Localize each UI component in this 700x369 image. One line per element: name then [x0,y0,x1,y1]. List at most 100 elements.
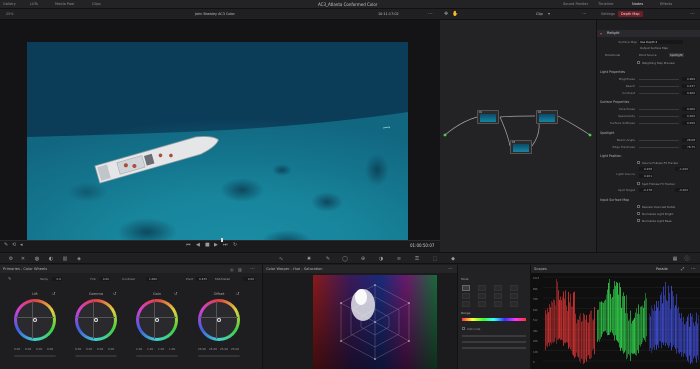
warper-tool-button[interactable] [510,293,518,299]
wheel-value[interactable]: 1.00 [136,347,142,351]
node-mode-select[interactable]: Clip [536,12,543,16]
master-wheel-slider[interactable] [75,355,117,357]
node-03[interactable]: 03 [510,140,532,154]
color-wheel[interactable] [136,299,178,341]
blur-icon[interactable]: ≋ [396,256,402,262]
wheel-mode-icon[interactable]: ◎ [230,267,234,272]
wheel-value[interactable]: 0.00 [47,347,53,351]
camera-raw-icon[interactable]: ⚙ [8,256,14,262]
surface-map-select[interactable]: Use Depth 2 [639,39,683,44]
motion-effects-icon[interactable]: ◈ [76,256,82,262]
sizing-icon[interactable]: ⬚ [432,256,438,262]
surface-property-slider[interactable] [639,108,679,110]
warper-tool-button[interactable] [478,285,486,291]
light-property-slider[interactable] [639,92,679,94]
chevron-down-icon[interactable]: ▾ [548,11,550,16]
playhead[interactable] [221,238,223,242]
spotlight-property-value[interactable]: 28.08 [682,138,696,142]
wheel-value[interactable]: 25.00 [209,347,217,351]
warper-tool-button[interactable] [494,301,502,307]
tracker-icon[interactable]: ⊕ [360,256,366,262]
warper-tool-button[interactable] [494,293,502,299]
zoom-level[interactable]: 25% [6,12,14,16]
surface-properties-header[interactable]: Surface Properties [600,100,629,104]
more-options-icon[interactable]: ⋯ [448,266,453,272]
clips-tab[interactable]: Clips [92,1,101,8]
play-icon[interactable]: ▶ [214,242,218,248]
hdr-icon[interactable]: ◐ [48,256,54,262]
add-node-checkbox[interactable] [462,327,465,330]
light-property-value[interactable]: 0.400 [682,91,696,95]
wheel-value[interactable]: 0.00 [108,347,114,351]
spot-follows-checkbox[interactable] [637,182,640,185]
pivot-value[interactable]: 0.435 [196,276,208,281]
hue-range-bar[interactable] [462,318,526,321]
point-source-option[interactable]: Point Source [639,53,656,57]
play-reverse-icon[interactable]: ◀ [196,242,200,248]
luts-tab[interactable]: LUTs [30,1,38,8]
warper-slider-1[interactable] [462,335,526,337]
wheel-value[interactable]: 25.00 [198,347,206,351]
spot-target-x[interactable]: -0.178 [639,188,653,192]
light-source-y[interactable]: 0.201 [639,174,653,178]
warper-tool-button[interactable] [510,285,518,291]
master-wheel-slider[interactable] [136,355,178,357]
node-editor[interactable]: 01 02 03 04 [440,20,596,264]
scrub-bar[interactable] [0,240,440,241]
warper-tool-button[interactable] [510,301,518,307]
sound-painter-tab[interactable]: Sound Painter [563,1,588,8]
contrast-value[interactable]: 1.000 [146,276,158,281]
surface-map-option-checkbox[interactable] [637,205,640,208]
more-options-icon[interactable]: ⋯ [428,11,433,17]
spotlight-property-slider[interactable] [639,146,679,148]
mid-detail-value[interactable]: 0.00 [243,276,255,281]
wheel-value[interactable]: 0.00 [36,347,42,351]
eyedropper-icon[interactable]: ✎ [4,242,8,248]
weighting-map-checkbox[interactable] [637,61,640,64]
wheel-value[interactable]: 1.00 [158,347,164,351]
wheel-value[interactable]: 25.00 [231,347,239,351]
info-icon[interactable]: ⓘ [684,256,690,262]
scopes-icon[interactable]: ▦ [672,256,678,262]
color-wheel[interactable] [14,299,56,341]
color-wheels-icon[interactable]: ◎ [34,256,40,262]
surface-map-option-checkbox[interactable] [637,212,640,215]
node-01[interactable]: 01 [477,110,499,124]
master-wheel-slider[interactable] [198,355,240,357]
wheel-value[interactable]: 0.00 [14,347,20,351]
curves-icon[interactable]: ∿ [278,256,284,262]
wheel-value[interactable]: 0.00 [86,347,92,351]
warper-slider-2[interactable] [462,341,526,343]
loop-icon[interactable]: ↻ [233,242,237,248]
wheel-puck[interactable] [217,318,221,322]
media-pool-tab[interactable]: Media Pool [55,1,74,8]
3d-icon[interactable]: ◆ [450,256,456,262]
eyedropper-icon[interactable]: ✎ [8,276,11,281]
rgb-mixer-icon[interactable]: ▥ [62,256,68,262]
color-wheel[interactable] [198,299,240,341]
video-frame[interactable] [27,42,408,256]
warper-grid[interactable] [313,275,437,369]
wheel-puck[interactable] [33,318,37,322]
warper-tool-button[interactable] [478,301,486,307]
reset-icon[interactable]: ↺ [174,291,177,296]
expand-icon[interactable]: ⤢ [681,265,684,273]
first-frame-icon[interactable]: ⏮ [186,242,191,248]
warper-tool-button[interactable] [462,301,470,307]
warper-tool-button[interactable] [462,285,470,291]
reset-icon[interactable]: ↺ [236,291,239,296]
expand-icon[interactable]: ▾ [600,31,602,36]
wheel-value[interactable]: 1.00 [147,347,153,351]
timeline-tab[interactable]: Timeline [598,1,613,8]
reset-icon[interactable]: ↺ [113,291,116,296]
qualifier-icon[interactable]: ✎ [325,256,331,262]
effects-tab[interactable]: Effects [660,1,672,8]
audio-icon[interactable]: ◂ [20,242,23,248]
surface-property-value[interactable]: 0.000 [682,107,696,111]
surface-property-value[interactable]: 0.200 [682,114,696,118]
scope-mode-select[interactable]: Parade [656,265,668,273]
temp-value[interactable]: 0.0 [52,276,62,281]
light-source-z[interactable]: -1.020 [675,167,689,171]
more-options-icon[interactable]: ⋯ [690,11,695,17]
nodes-tab[interactable]: Nodes [632,1,643,8]
